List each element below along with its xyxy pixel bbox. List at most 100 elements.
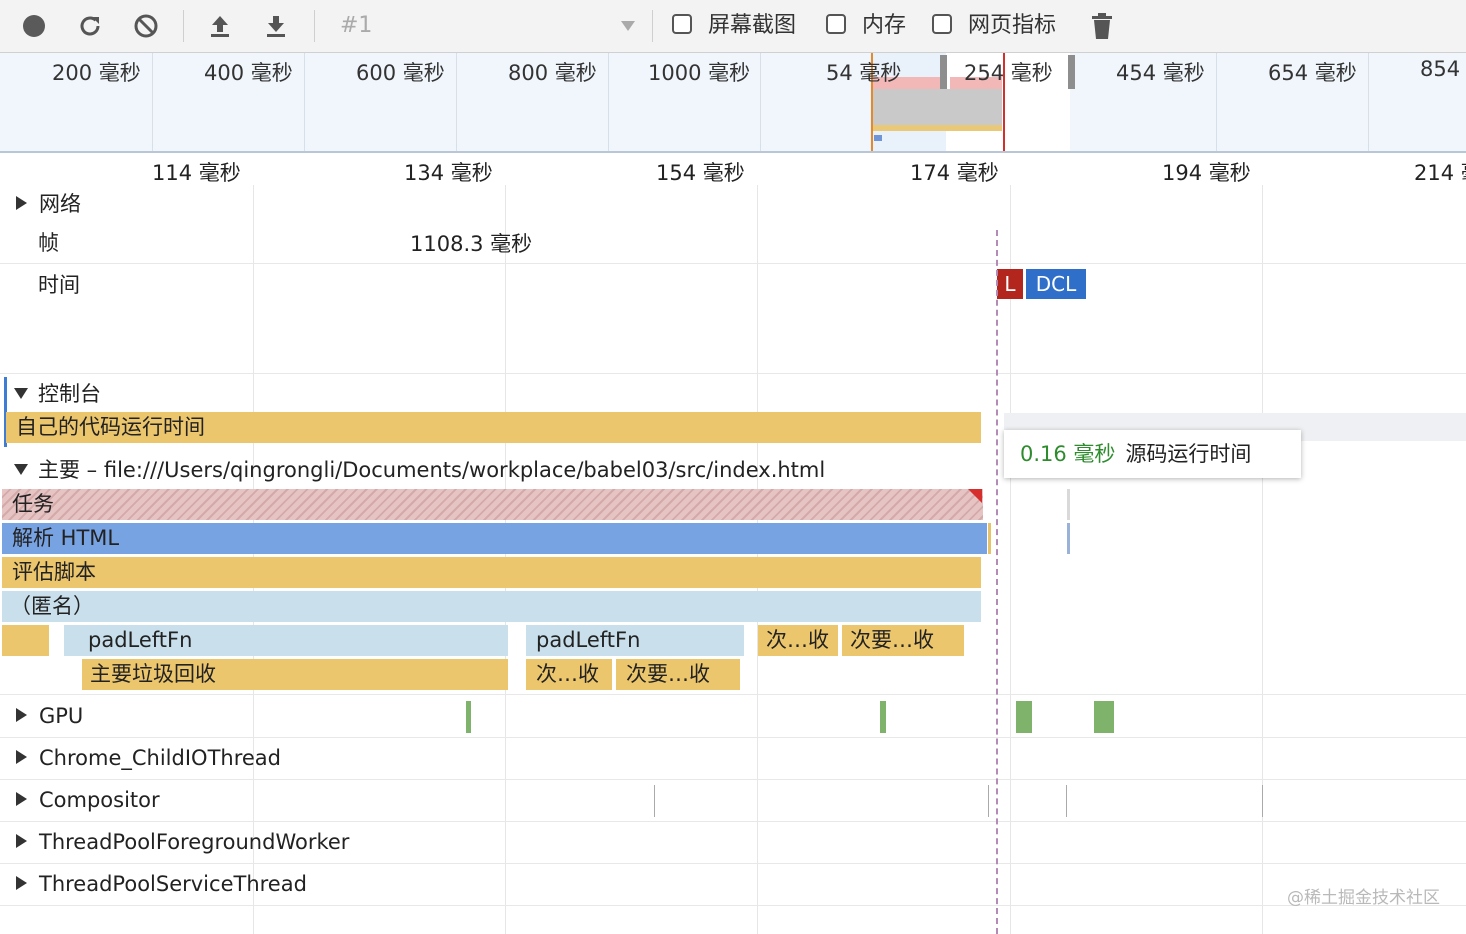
load-marker-line [996, 230, 998, 934]
gpu-task[interactable] [1094, 701, 1114, 733]
track-gpu[interactable]: GPU [16, 703, 83, 729]
watermark: @稀土掘金技术社区 [1287, 888, 1440, 908]
track-gpu-label: GPU [39, 704, 84, 728]
tooltip-label: 源码运行时间 [1125, 442, 1252, 466]
clear-icon[interactable] [132, 12, 160, 40]
load-event-marker[interactable]: L [997, 269, 1023, 299]
flame-major-gc[interactable]: 主要垃圾回收 [82, 659, 508, 690]
toolbar-separator [652, 10, 653, 42]
record-icon[interactable] [20, 12, 48, 40]
track-pool-service[interactable]: ThreadPoolServiceThread [16, 871, 307, 897]
tooltip-time: 0.16 毫秒 [1020, 442, 1116, 466]
track-network[interactable]: 网络 [16, 191, 81, 217]
download-icon[interactable] [262, 12, 290, 40]
overview-label: 54 毫秒 [826, 61, 902, 85]
track-pool-service-label: ThreadPoolServiceThread [39, 872, 307, 896]
ruler-label: 114 毫秒 [152, 161, 241, 185]
flame-minor-gc-a[interactable]: 次…收 [758, 625, 838, 656]
flame-anonymous[interactable]: （匿名） [2, 591, 981, 622]
ruler-label: 154 毫秒 [656, 161, 745, 185]
track-compositor-label: Compositor [39, 788, 160, 812]
chevron-down-icon[interactable] [620, 18, 636, 37]
track-frames-label: 帧 [38, 231, 59, 255]
collapse-arrow-icon[interactable] [14, 387, 28, 399]
memory-checkbox[interactable] [826, 14, 846, 34]
expand-arrow-icon[interactable] [16, 708, 27, 722]
row-divider [0, 905, 1466, 906]
track-pool-foreground-label: ThreadPoolForegroundWorker [39, 830, 350, 854]
collapse-arrow-icon[interactable] [14, 463, 28, 475]
track-main-label: 主要 – file:///Users/qingrongli/Documents/… [38, 458, 826, 482]
overview-label: 1000 毫秒 [648, 61, 751, 85]
overview-left-handle[interactable] [940, 55, 947, 89]
flame-minor-gc-d[interactable]: 次要…收 [616, 659, 740, 690]
flame-evaluate-script[interactable]: 评估脚本 [2, 557, 981, 588]
web-vitals-label: 网页指标 [968, 13, 1057, 38]
flame-sliver [988, 523, 991, 554]
expand-arrow-icon[interactable] [16, 876, 27, 890]
profile-selector[interactable]: #1 [340, 12, 372, 40]
overview-label: 800 毫秒 [508, 61, 597, 85]
flame-minor-gc-c[interactable]: 次…收 [526, 659, 612, 690]
expand-arrow-icon[interactable] [16, 834, 27, 848]
compositor-task[interactable] [1262, 785, 1263, 817]
toolbar-separator [183, 10, 184, 42]
screenshots-checkbox[interactable] [672, 14, 692, 34]
track-console-label: 控制台 [38, 382, 101, 406]
screenshots-label: 屏幕截图 [708, 13, 797, 38]
expand-arrow-icon[interactable] [16, 750, 27, 764]
compositor-task[interactable] [988, 785, 989, 817]
flame-sliver [1067, 523, 1070, 554]
overview-label: 600 毫秒 [356, 61, 445, 85]
expand-arrow-icon[interactable] [16, 196, 27, 210]
ruler-label: 194 毫秒 [1162, 161, 1251, 185]
flame-padleft-1[interactable]: padLeftFn [64, 625, 508, 656]
row-divider [0, 863, 1466, 864]
ruler-label: 174 毫秒 [910, 161, 999, 185]
compositor-task[interactable] [1066, 785, 1067, 817]
trash-icon[interactable] [1088, 12, 1116, 40]
upload-icon[interactable] [206, 12, 234, 40]
expand-arrow-icon[interactable] [16, 792, 27, 806]
overview-script-activity [872, 125, 1002, 131]
long-task-flag [968, 489, 982, 503]
overview-label: 254 毫秒 [964, 61, 1053, 85]
dom-content-loaded-marker[interactable]: DCL [1026, 269, 1086, 299]
compositor-task[interactable] [654, 785, 655, 817]
row-divider [0, 821, 1466, 822]
overview-label: 200 毫秒 [52, 61, 141, 85]
flame-padleft-2[interactable]: padLeftFn [526, 625, 744, 656]
track-compositor[interactable]: Compositor [16, 787, 160, 813]
gpu-task[interactable] [880, 701, 886, 733]
row-divider [0, 694, 1466, 695]
gpu-task[interactable] [1016, 701, 1032, 733]
flame-call[interactable] [2, 625, 49, 656]
frame-duration[interactable]: 1108.3 毫秒 [410, 231, 532, 257]
web-vitals-checkbox[interactable] [932, 14, 952, 34]
flame-task[interactable]: 任务 [2, 489, 983, 520]
gpu-task[interactable] [466, 701, 471, 733]
track-pool-foreground[interactable]: ThreadPoolForegroundWorker [16, 829, 349, 855]
track-main[interactable]: 主要 – file:///Users/qingrongli/Documents/… [14, 457, 825, 483]
flame-sliver [1067, 489, 1070, 520]
flame-parse-html[interactable]: 解析 HTML [2, 523, 987, 554]
track-network-label: 网络 [39, 192, 81, 216]
overview-cpu-activity [872, 89, 1002, 129]
timeline-overview[interactable]: 200 毫秒 400 毫秒 600 毫秒 800 毫秒 1000 毫秒 54 毫… [0, 53, 1466, 153]
overview-label: 654 毫秒 [1268, 61, 1357, 85]
track-io-thread-label: Chrome_ChildIOThread [39, 746, 281, 770]
track-io-thread[interactable]: Chrome_ChildIOThread [16, 745, 281, 771]
track-console[interactable]: 控制台 [14, 381, 101, 407]
console-time-bar[interactable]: 自己的代码运行时间 [6, 412, 981, 443]
ruler-label: 214 毫 [1414, 161, 1466, 185]
time-ruler: 114 毫秒 134 毫秒 154 毫秒 174 毫秒 194 毫秒 214 毫 [0, 153, 1466, 185]
flame-minor-gc-b[interactable]: 次要…收 [842, 625, 964, 656]
memory-label: 内存 [862, 13, 907, 38]
track-timings-label: 时间 [38, 273, 80, 297]
overview-label: 854 [1420, 57, 1461, 81]
toolbar-separator [314, 10, 315, 42]
reload-icon[interactable] [76, 12, 104, 40]
overview-load-activity [874, 135, 882, 141]
overview-right-handle[interactable] [1068, 55, 1075, 89]
overview-label: 454 毫秒 [1116, 61, 1205, 85]
